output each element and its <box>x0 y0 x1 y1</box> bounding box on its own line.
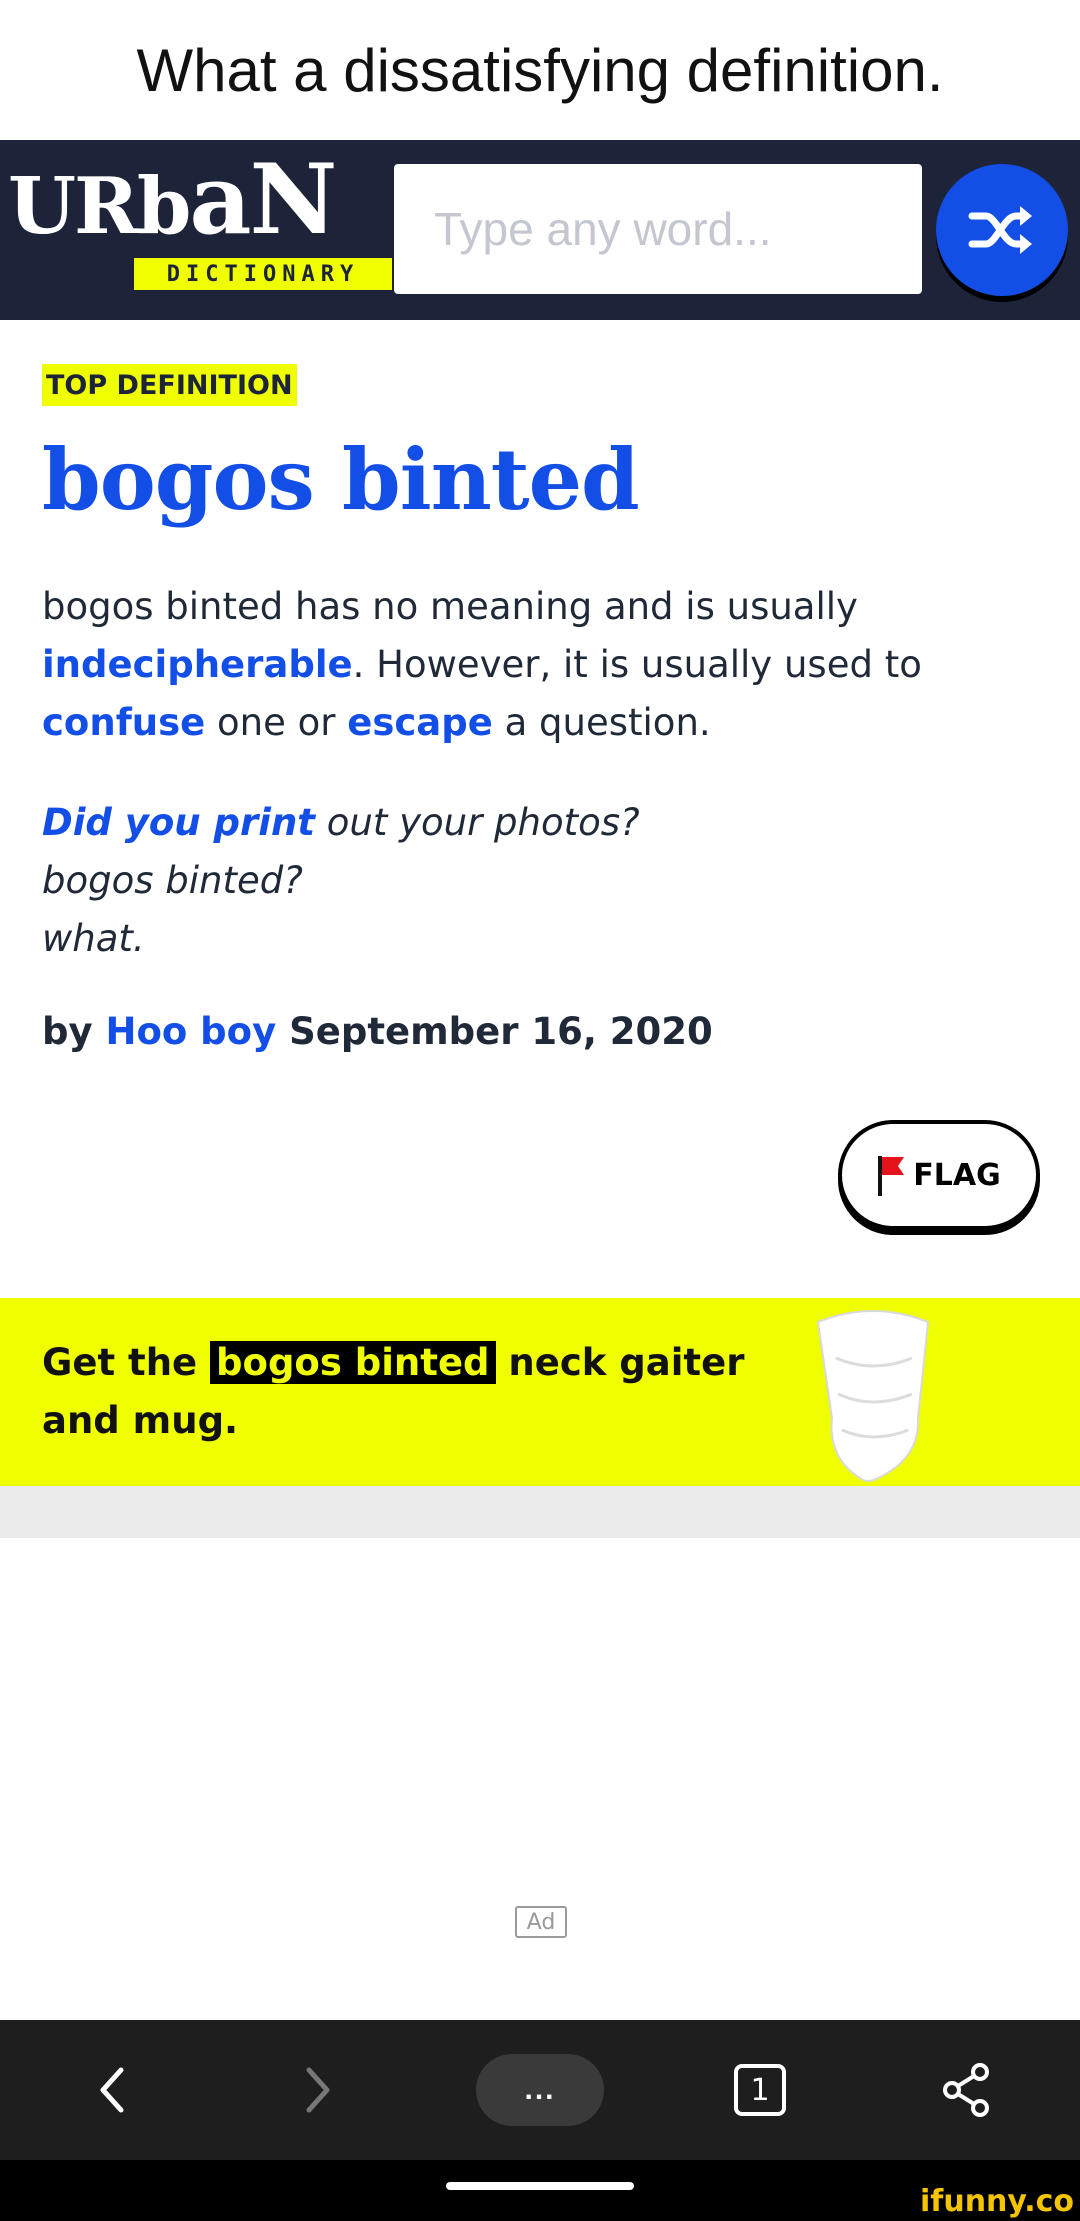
menu-button[interactable]: ... <box>476 2020 604 2160</box>
section-divider <box>0 1486 1080 1538</box>
flag-label: FLAG <box>913 1157 1001 1193</box>
link-confuse[interactable]: confuse <box>42 701 205 744</box>
share-icon <box>943 2063 989 2117</box>
tabs-count-icon: 1 <box>734 2064 786 2116</box>
forward-button[interactable] <box>268 2020 368 2160</box>
ad-badge: Ad <box>515 1906 567 1938</box>
search-input[interactable] <box>394 164 922 294</box>
logo-wordmark: URbaN <box>8 143 337 256</box>
shuffle-icon <box>968 206 1032 254</box>
link-escape[interactable]: escape <box>347 701 493 744</box>
link-indecipherable[interactable]: indecipherable <box>42 643 353 686</box>
definition-meaning: bogos binted has no meaning and is usual… <box>42 585 922 744</box>
flag-button[interactable]: FLAG <box>838 1120 1040 1230</box>
link-did-you-print[interactable]: Did you print <box>42 801 315 844</box>
top-definition-badge: TOP DEFINITION <box>42 364 297 406</box>
logo-subtitle: DICTIONARY <box>134 258 392 290</box>
urban-dictionary-logo[interactable]: URbaN DICTIONARY <box>0 140 392 320</box>
back-button[interactable] <box>62 2020 162 2160</box>
tabs-button[interactable]: 1 <box>710 2020 810 2160</box>
author-byline: by Hoo boy September 16, 2020 <box>42 1010 713 1053</box>
random-word-button[interactable] <box>936 164 1068 296</box>
home-indicator[interactable] <box>446 2182 634 2190</box>
share-button[interactable] <box>916 2020 1016 2160</box>
gesture-bar: ifunny.co <box>0 2160 1080 2221</box>
merch-promo-banner[interactable]: Get the bogos binted neck gaiter and mug… <box>0 1298 1080 1486</box>
more-icon: ... <box>476 2054 604 2126</box>
site-header: URbaN DICTIONARY <box>0 140 1080 320</box>
author-link[interactable]: Hoo boy <box>106 1010 277 1053</box>
defined-word[interactable]: bogos binted <box>42 430 640 529</box>
definition-example: Did you print out your photos? bogos bin… <box>42 801 640 960</box>
meme-caption: What a dissatisfying definition. <box>0 0 1080 140</box>
chevron-left-icon <box>100 2067 124 2113</box>
neck-gaiter-image <box>816 1310 930 1482</box>
flag-icon <box>878 1156 905 1196</box>
ifunny-watermark: ifunny.co <box>920 2184 1074 2219</box>
browser-bottom-bar: ... 1 <box>0 2020 1080 2160</box>
promo-text: Get the bogos binted neck gaiter and mug… <box>42 1341 745 1442</box>
chevron-right-icon <box>306 2067 330 2113</box>
